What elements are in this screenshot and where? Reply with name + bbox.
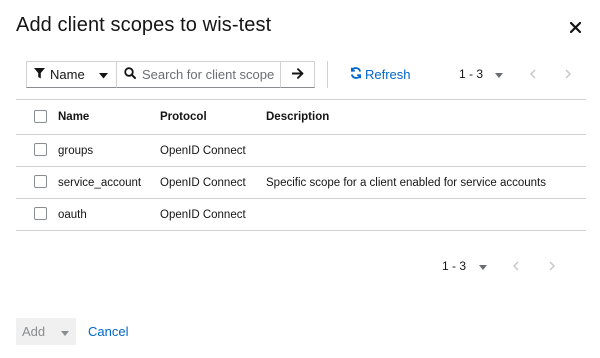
refresh-label: Refresh xyxy=(365,67,411,82)
toolbar: Name xyxy=(26,61,315,88)
table-row: service_account OpenID Connect Specific … xyxy=(16,167,586,199)
column-header-protocol[interactable]: Protocol xyxy=(160,100,207,134)
column-header-description[interactable]: Description xyxy=(266,100,329,134)
row-checkbox[interactable] xyxy=(34,207,47,220)
row-checkbox[interactable] xyxy=(34,143,47,156)
table-header-row: Name Protocol Description xyxy=(16,99,586,135)
pagination-range: 1 - 3 xyxy=(459,67,484,81)
modal-footer: Add Cancel xyxy=(16,318,128,345)
caret-down-icon xyxy=(98,67,108,82)
search-icon xyxy=(124,66,136,84)
top-pagination: 1 - 3 xyxy=(459,67,572,81)
search-input[interactable] xyxy=(142,67,282,82)
scope-protocol: OpenID Connect xyxy=(160,144,246,157)
refresh-icon xyxy=(350,67,362,82)
close-icon[interactable] xyxy=(566,18,584,36)
scope-name: oauth xyxy=(58,208,87,221)
modal-title: Add client scopes to wis-test xyxy=(16,14,272,36)
filter-dropdown[interactable]: Name xyxy=(26,61,116,88)
angle-left-icon[interactable] xyxy=(530,69,536,79)
arrow-right-icon xyxy=(291,66,304,84)
refresh-button[interactable]: Refresh xyxy=(350,67,411,82)
angle-right-icon[interactable] xyxy=(565,69,572,79)
select-all-checkbox[interactable] xyxy=(34,110,47,123)
scope-protocol: OpenID Connect xyxy=(160,176,246,189)
row-checkbox[interactable] xyxy=(34,175,47,188)
scope-protocol: OpenID Connect xyxy=(160,208,246,221)
add-label: Add xyxy=(22,324,46,339)
table-row: oauth OpenID Connect xyxy=(16,199,586,231)
pagination-range-toggle[interactable]: 1 - 3 xyxy=(442,259,488,273)
filter-label: Name xyxy=(50,67,85,82)
caret-down-icon xyxy=(479,259,488,273)
cancel-button[interactable]: Cancel xyxy=(88,324,128,339)
column-header-name[interactable]: Name xyxy=(58,100,89,134)
search-submit-button[interactable] xyxy=(281,61,315,88)
client-scopes-table: Name Protocol Description groups OpenID … xyxy=(16,99,586,231)
filter-icon xyxy=(34,67,45,82)
table-row: groups OpenID Connect xyxy=(16,135,586,167)
angle-left-icon[interactable] xyxy=(513,261,519,271)
scope-name: groups xyxy=(58,144,94,157)
scope-description: Specific scope for a client enabled for … xyxy=(266,176,546,189)
scope-name: service_account xyxy=(58,176,142,189)
search-box xyxy=(116,61,282,88)
bottom-pagination: 1 - 3 xyxy=(442,259,556,273)
toolbar-divider xyxy=(327,61,328,88)
add-button[interactable]: Add xyxy=(16,318,76,345)
pagination-range-toggle[interactable]: 1 - 3 xyxy=(459,67,504,81)
caret-down-icon xyxy=(495,67,504,81)
angle-right-icon[interactable] xyxy=(549,261,556,271)
pagination-range: 1 - 3 xyxy=(442,259,467,273)
caret-down-icon xyxy=(61,324,70,339)
